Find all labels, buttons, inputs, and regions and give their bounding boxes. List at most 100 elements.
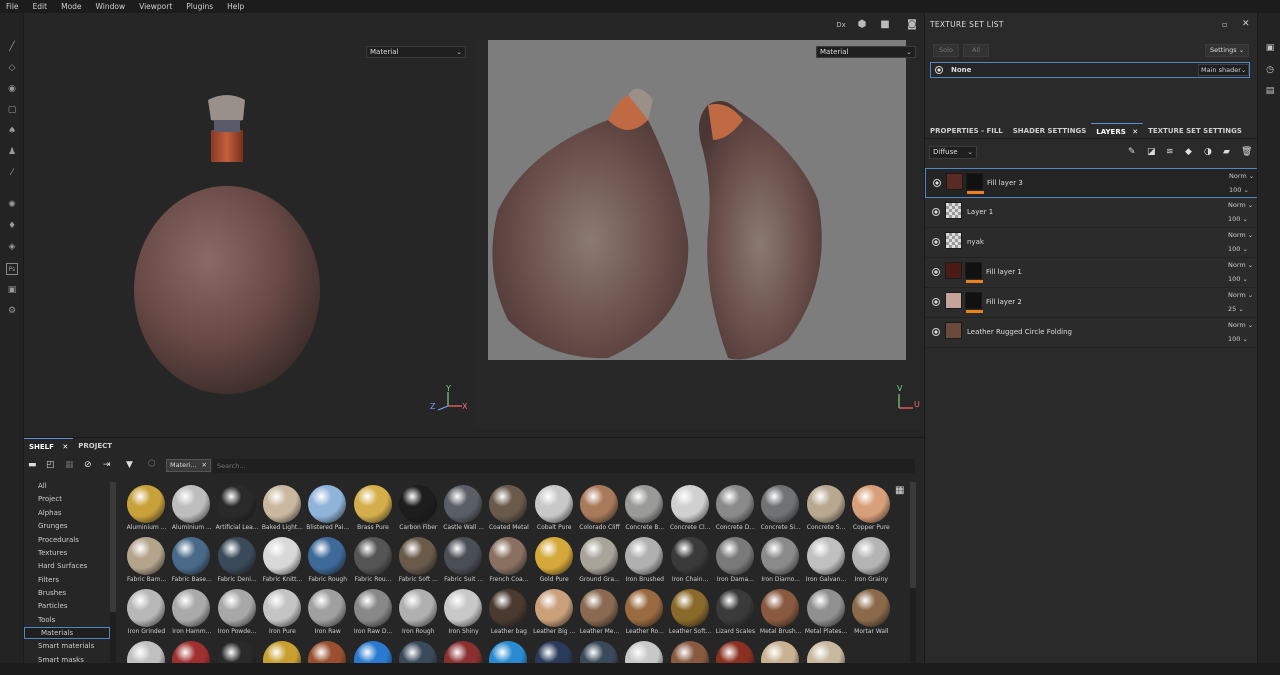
folder-icon[interactable]: ▬ <box>28 460 37 470</box>
material-tile[interactable]: Iron Dama... <box>713 534 758 586</box>
material-tile[interactable]: Concrete D... <box>713 482 758 534</box>
materials-scrollbar[interactable] <box>910 482 916 664</box>
category-item[interactable]: Filters <box>38 576 59 584</box>
tab-texture-set-settings[interactable]: TEXTURE SET SETTINGS <box>1143 123 1247 138</box>
display-mode-button[interactable]: Dx <box>834 19 848 31</box>
material-tile[interactable]: Fabric Suit ... <box>441 534 486 586</box>
add-fill-layer-icon[interactable]: ≋ <box>1166 147 1174 157</box>
material-tile[interactable]: Colorado Cliff <box>577 482 622 534</box>
viewport-2d[interactable]: Material ⌄ V U <box>474 40 924 430</box>
texture-set-item[interactable]: None Main shader⌄ <box>930 62 1250 78</box>
material-tile[interactable]: Iron Raw D... <box>351 586 396 638</box>
shader-select[interactable]: Main shader⌄ <box>1198 64 1249 76</box>
material-tile[interactable]: Iron Hamm... <box>169 586 214 638</box>
category-item-selected[interactable]: Materials <box>24 627 110 639</box>
material-tile[interactable]: Copper Pure <box>849 482 894 534</box>
layer-row[interactable]: Leather Rugged Circle Folding Norm ⌄ 100… <box>925 318 1258 348</box>
close-icon[interactable]: ✕ <box>62 443 68 451</box>
material-tile[interactable]: Ground Gra... <box>577 534 622 586</box>
material-tile[interactable]: Artificial Lea... <box>215 482 260 534</box>
material-tile[interactable]: Iron Grainy <box>849 534 894 586</box>
category-scrollbar-thumb[interactable] <box>110 482 116 612</box>
material-tile[interactable]: Fabric Rou... <box>351 534 396 586</box>
add-paint-layer-icon[interactable]: ◆ <box>1185 147 1192 157</box>
material-tile[interactable]: Iron Galvan... <box>804 534 849 586</box>
material-tile[interactable]: Fabric Knitt... <box>260 534 305 586</box>
tab-layers[interactable]: LAYERS ✕ <box>1091 123 1144 138</box>
opacity[interactable]: 100 ⌄ <box>1228 215 1248 223</box>
menu-help[interactable]: Help <box>227 2 244 11</box>
category-item[interactable]: Smart materials <box>38 642 94 650</box>
clone-stamp-icon[interactable]: ♟ <box>6 146 18 158</box>
menu-edit[interactable]: Edit <box>33 2 48 11</box>
material-tile[interactable] <box>577 638 622 664</box>
material-tile[interactable]: Leather bag <box>486 586 531 638</box>
close-icon[interactable]: ✕ <box>202 460 207 471</box>
material-tile[interactable]: Gold Pure <box>532 534 577 586</box>
material-tile[interactable]: Brass Pure <box>351 482 396 534</box>
layer-row[interactable]: Fill layer 2 Norm ⌄ 25 ⌄ <box>925 288 1258 318</box>
material-tile[interactable]: Concrete Si... <box>758 482 803 534</box>
new-item-icon[interactable]: ◰ <box>46 460 55 470</box>
material-tile[interactable]: Iron Grinded <box>124 586 169 638</box>
menu-file[interactable]: File <box>6 2 19 11</box>
tab-shader-settings[interactable]: SHADER SETTINGS <box>1008 123 1092 138</box>
texture-set-list-icon[interactable]: ▣ <box>1264 42 1276 54</box>
delete-layer-icon[interactable]: 🗑 <box>1241 147 1252 157</box>
opacity[interactable]: 100 ⌄ <box>1228 245 1248 253</box>
category-item[interactable]: Alphas <box>38 509 62 517</box>
settings-icon[interactable]: ⚙ <box>6 305 18 317</box>
material-tile[interactable] <box>713 638 758 664</box>
blend-mode[interactable]: Norm ⌄ <box>1228 321 1253 329</box>
category-item[interactable]: All <box>38 482 47 490</box>
tab-shelf[interactable]: SHELF ✕ <box>24 438 74 454</box>
camera-icon[interactable]: ■ <box>878 19 892 31</box>
category-item[interactable]: Grunges <box>38 522 68 530</box>
material-tile[interactable]: Iron Shiny <box>441 586 486 638</box>
channel-select[interactable]: Diffuse ⌄ <box>929 146 977 159</box>
search-input[interactable] <box>213 459 915 473</box>
visibility-eye-icon[interactable] <box>932 268 940 276</box>
material-tile[interactable]: Concrete Cl... <box>668 482 713 534</box>
smudge-icon[interactable]: ♠ <box>6 125 18 137</box>
menu-viewport[interactable]: Viewport <box>139 2 172 11</box>
material-tile[interactable]: Metal Plates... <box>804 586 849 638</box>
material-tile[interactable]: Iron Rough <box>396 586 441 638</box>
all-button[interactable]: All <box>963 44 989 57</box>
menu-plugins[interactable]: Plugins <box>186 2 213 11</box>
opacity[interactable]: 25 ⌄ <box>1228 305 1244 313</box>
material-tile[interactable] <box>668 638 713 664</box>
iray-icon[interactable]: ◈ <box>6 241 18 253</box>
color-picker-icon[interactable]: ⁄ <box>6 167 18 179</box>
light-icon[interactable]: ♦ <box>6 220 18 232</box>
add-mask-icon[interactable]: ◪ <box>1147 147 1156 157</box>
eraser-icon[interactable]: ◇ <box>6 62 18 74</box>
material-tile[interactable]: Fabric Soft ... <box>396 534 441 586</box>
add-effect-icon[interactable]: ✎ <box>1128 147 1136 157</box>
tab-project[interactable]: PROJECT <box>73 438 117 454</box>
material-tile[interactable]: Fabric Deni... <box>215 534 260 586</box>
material-tile[interactable]: Aluminium ... <box>169 482 214 534</box>
menu-window[interactable]: Window <box>96 2 126 11</box>
material-tile[interactable]: Castle Wall ... <box>441 482 486 534</box>
material-tile[interactable]: Metal Brush... <box>758 586 803 638</box>
material-tile[interactable]: Iron Chain... <box>668 534 713 586</box>
solo-button[interactable]: Solo <box>933 44 959 57</box>
material-tile[interactable]: Lizard Scales <box>713 586 758 638</box>
visibility-eye-icon[interactable] <box>933 179 941 187</box>
material-tile[interactable] <box>124 638 169 664</box>
reset-filter-icon[interactable]: ⬡ <box>148 459 156 469</box>
material-tile[interactable] <box>305 638 350 664</box>
hide-icon[interactable]: ⊘ <box>84 460 92 470</box>
category-item[interactable]: Particles <box>38 602 68 610</box>
material-tile[interactable]: Fabric Base... <box>169 534 214 586</box>
material-tile[interactable]: Leather Soft... <box>668 586 713 638</box>
history-icon[interactable]: ◷ <box>1264 64 1276 76</box>
category-item[interactable]: Project <box>38 495 62 503</box>
material-tile[interactable] <box>260 638 305 664</box>
menu-mode[interactable]: Mode <box>61 2 81 11</box>
photoshop-export-icon[interactable]: Ps <box>6 263 18 275</box>
bake-icon[interactable]: ✺ <box>6 199 18 211</box>
material-tile[interactable]: Baked Light... <box>260 482 305 534</box>
tab-properties-fill[interactable]: PROPERTIES - FILL <box>925 123 1008 138</box>
